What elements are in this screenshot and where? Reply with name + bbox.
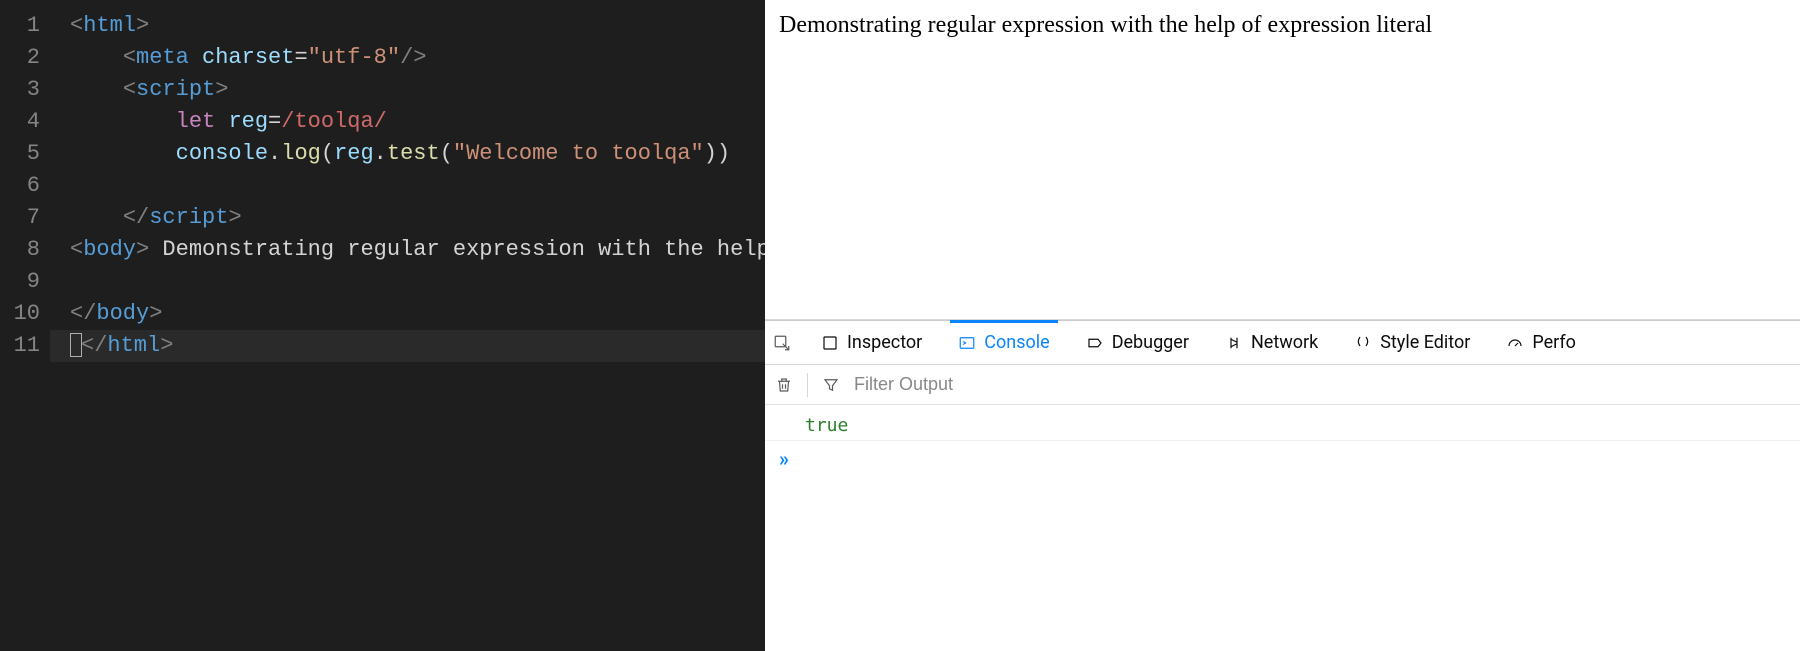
code-line[interactable]: console.log(reg.test("Welcome to toolqa"… — [70, 138, 765, 170]
console-toolbar — [765, 365, 1800, 405]
console-log-line: true — [765, 411, 1800, 441]
code-line[interactable]: </body> — [70, 298, 765, 330]
code-line[interactable]: <html> — [70, 10, 765, 42]
separator — [807, 373, 808, 397]
code-line[interactable]: <script> — [70, 74, 765, 106]
code-line[interactable]: <body> Demonstrating regular expression … — [70, 234, 765, 266]
devtools-tab-network[interactable]: Network — [1219, 321, 1324, 364]
code-area[interactable]: <html> <meta charset="utf-8"/> <script> … — [50, 0, 765, 651]
devtools-tab-label: Network — [1251, 332, 1318, 353]
clear-console-icon[interactable] — [775, 376, 793, 394]
line-number: 11 — [0, 330, 50, 362]
devtools-tab-label: Debugger — [1112, 332, 1189, 353]
inspector-icon — [821, 334, 839, 352]
filter-output-input[interactable] — [854, 374, 1790, 395]
console-icon — [958, 334, 976, 352]
network-icon — [1225, 334, 1243, 352]
devtools-tab-debugger[interactable]: Debugger — [1080, 321, 1195, 364]
pick-element-icon[interactable] — [773, 334, 791, 352]
devtools-tab-label: Inspector — [847, 332, 922, 353]
console-prompt-chevron-icon: » — [779, 447, 789, 471]
code-line[interactable] — [70, 266, 765, 298]
code-line[interactable]: <meta charset="utf-8"/> — [70, 42, 765, 74]
devtools-tab-label: Perfo — [1532, 332, 1576, 353]
line-number: 7 — [0, 202, 50, 234]
code-line[interactable]: </script> — [70, 202, 765, 234]
devtools-tab-styleeditor[interactable]: Style Editor — [1348, 321, 1476, 364]
line-number: 8 — [0, 234, 50, 266]
code-line[interactable]: let reg=/toolqa/ — [70, 106, 765, 138]
app-root: 1234567891011 <html> <meta charset="utf-… — [0, 0, 1800, 651]
devtools-tab-inspector[interactable]: Inspector — [815, 321, 928, 364]
console-prompt-row[interactable]: » — [765, 441, 1800, 477]
line-number: 5 — [0, 138, 50, 170]
filter-icon[interactable] — [822, 376, 840, 394]
rendered-page: Demonstrating regular expression with th… — [765, 0, 1800, 320]
code-editor[interactable]: 1234567891011 <html> <meta charset="utf-… — [0, 0, 765, 651]
performance-icon — [1506, 334, 1524, 352]
styleeditor-icon — [1354, 334, 1372, 352]
line-number: 10 — [0, 298, 50, 330]
line-number: 2 — [0, 42, 50, 74]
browser-pane: Demonstrating regular expression with th… — [765, 0, 1800, 651]
code-line[interactable] — [70, 170, 765, 202]
devtools-tab-console[interactable]: Console — [952, 321, 1055, 364]
line-number: 1 — [0, 10, 50, 42]
devtools-panel: Inspector Console Debugger Network Style Edi… — [765, 320, 1800, 651]
line-number: 9 — [0, 266, 50, 298]
console-output: true » — [765, 405, 1800, 483]
line-number-gutter: 1234567891011 — [0, 0, 50, 651]
devtools-tab-performance[interactable]: Perfo — [1500, 321, 1582, 364]
line-number: 6 — [0, 170, 50, 202]
page-body-text: Demonstrating regular expression with th… — [779, 12, 1432, 38]
devtools-tabstrip: Inspector Console Debugger Network Style Edi… — [765, 321, 1800, 365]
devtools-tab-label: Style Editor — [1380, 332, 1470, 353]
line-number: 3 — [0, 74, 50, 106]
debugger-icon — [1086, 334, 1104, 352]
line-number: 4 — [0, 106, 50, 138]
devtools-tab-label: Console — [984, 332, 1049, 353]
